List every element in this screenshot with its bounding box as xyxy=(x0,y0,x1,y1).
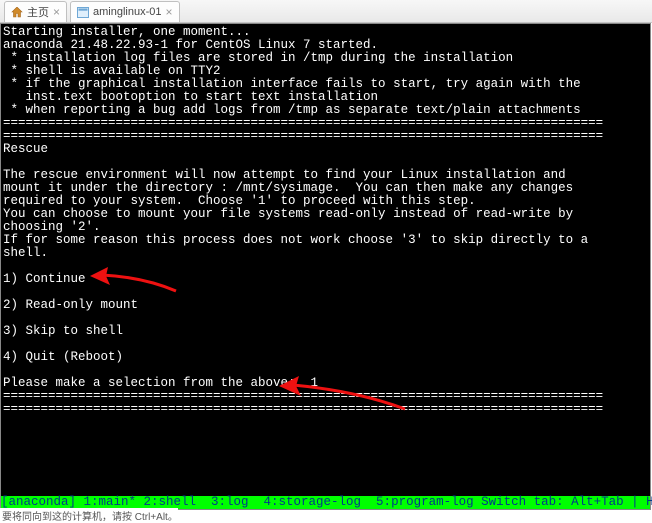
line: inst.text bootoption to start text insta… xyxy=(3,90,378,104)
line: 3) Skip to shell xyxy=(3,324,123,338)
close-icon[interactable]: × xyxy=(166,7,173,17)
line: * installation log files are stored in /… xyxy=(3,51,513,65)
line: Please make a selection from the above: … xyxy=(3,376,318,390)
line: Starting installer, one moment... xyxy=(3,25,251,39)
status-right: Switch tab: Alt+Tab | Help: F1 xyxy=(474,496,652,509)
terminal-icon xyxy=(77,7,89,18)
line: ========================================… xyxy=(3,402,603,416)
line: * if the graphical installation interfac… xyxy=(3,77,581,91)
line: 1) Continue xyxy=(3,272,86,286)
line: shell. xyxy=(3,246,48,260)
close-icon[interactable]: × xyxy=(53,7,60,17)
line: The rescue environment will now attempt … xyxy=(3,168,566,182)
terminal-window: Starting installer, one moment... anacon… xyxy=(0,23,651,510)
line: You can choose to mount your file system… xyxy=(3,207,573,221)
host-hint: 要将同向到这的计算机，请按 Ctrl+Alt。 xyxy=(0,508,178,519)
home-icon xyxy=(11,7,23,18)
line: Rescue xyxy=(3,142,48,156)
line: If for some reason this process does not… xyxy=(3,233,588,247)
line: choosing '2'. xyxy=(3,220,101,234)
line: anaconda 21.48.22.93-1 for CentOS Linux … xyxy=(3,38,378,52)
line: mount it under the directory : /mnt/sysi… xyxy=(3,181,573,195)
line: 4) Quit (Reboot) xyxy=(3,350,123,364)
terminal-output: Starting installer, one moment... anacon… xyxy=(1,24,650,416)
line: * when reporting a bug add logs from /tm… xyxy=(3,103,581,117)
tab-terminal[interactable]: aminglinux-01 × xyxy=(70,1,180,22)
tab-home[interactable]: 主页 × xyxy=(4,1,67,22)
tab-home-label: 主页 xyxy=(27,4,49,20)
line: 2) Read-only mount xyxy=(3,298,138,312)
line: * shell is available on TTY2 xyxy=(3,64,221,78)
tab-terminal-label: aminglinux-01 xyxy=(93,6,161,18)
tab-bar: 主页 × aminglinux-01 × xyxy=(0,0,652,23)
line: ========================================… xyxy=(3,129,603,143)
line: ========================================… xyxy=(3,116,603,130)
line: ========================================… xyxy=(3,389,603,403)
line: required to your system. Choose '1' to p… xyxy=(3,194,476,208)
